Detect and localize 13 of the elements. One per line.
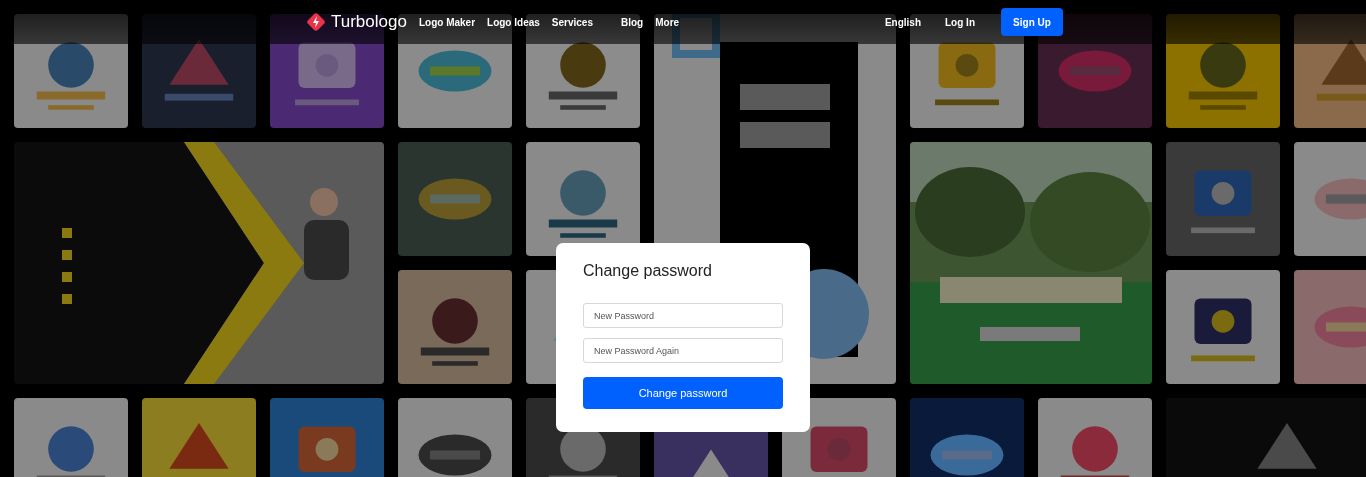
password-field[interactable]: New Password: [583, 303, 783, 328]
nav-link[interactable]: Logo Maker: [418, 16, 476, 28]
login-link[interactable]: Log In: [945, 16, 975, 28]
language-link[interactable]: English: [884, 16, 921, 28]
brand-name: Turbologo: [331, 12, 407, 32]
password-field[interactable]: New Password Again: [583, 338, 783, 363]
nav-link[interactable]: Logo Ideas: [487, 16, 540, 28]
nav-link[interactable]: Services: [551, 16, 593, 28]
signup-button[interactable]: Sign Up: [1001, 8, 1063, 36]
nav-link[interactable]: Blog: [621, 16, 644, 28]
dialog-title: Change password: [583, 262, 713, 280]
change-password-button[interactable]: Change password: [583, 377, 783, 409]
nav-link[interactable]: More: [655, 16, 680, 28]
